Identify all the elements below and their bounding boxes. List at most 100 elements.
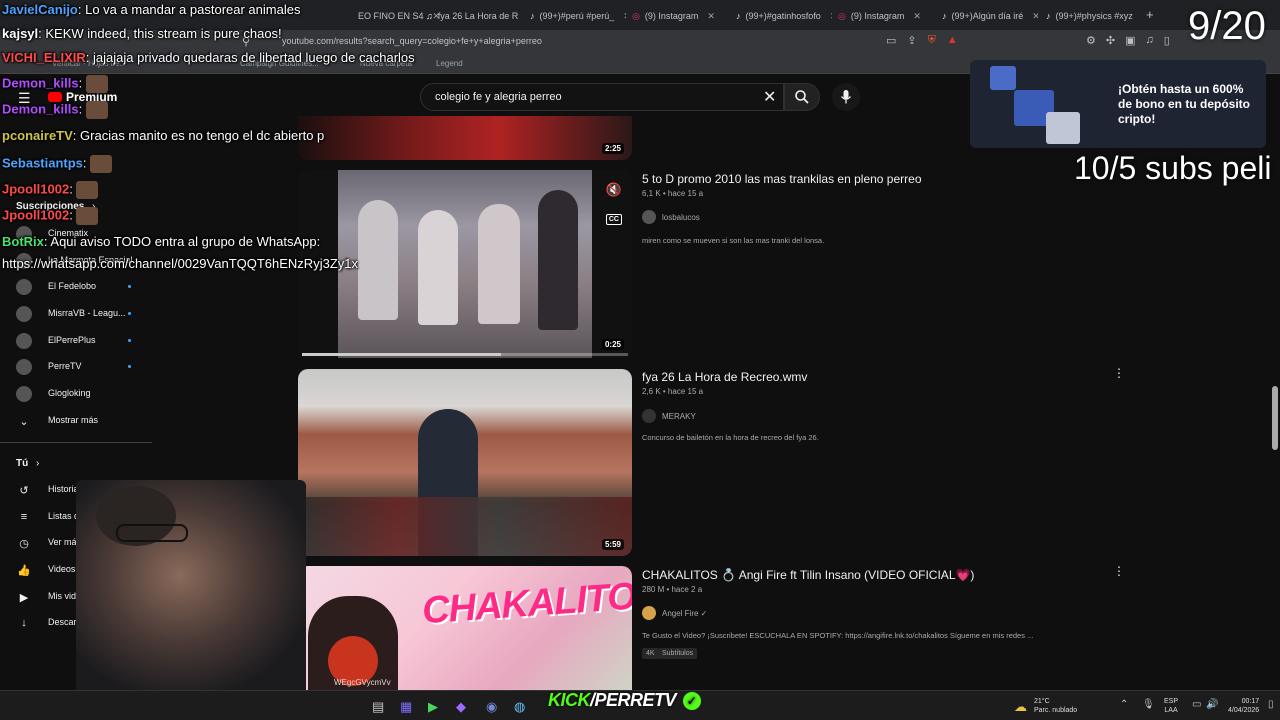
- notifications-icon[interactable]: ▯: [1268, 699, 1274, 710]
- search-icon: [795, 90, 809, 104]
- sidebar-channel-3[interactable]: MisrraVB - Leagu...: [48, 308, 126, 318]
- video-thumbnail[interactable]: CHAKALITOS: [298, 566, 632, 690]
- channel-link[interactable]: Angel Fire ✓: [642, 606, 707, 620]
- voice-search-button[interactable]: [832, 83, 860, 111]
- channel-link[interactable]: MERAKY: [642, 409, 696, 423]
- thumbnail-title-text: CHAKALITOS: [420, 573, 632, 633]
- channel-avatar[interactable]: [16, 359, 32, 375]
- page-scrollbar[interactable]: [1272, 386, 1278, 450]
- close-tab-icon[interactable]: ✕: [707, 11, 715, 22]
- search-button[interactable]: [784, 83, 820, 111]
- chat-emote: [85, 101, 108, 119]
- browser-tab[interactable]: ◎ (9) Instagram ✕: [838, 7, 934, 25]
- brave-rewards-icon[interactable]: ▲: [947, 34, 958, 47]
- bookmark-item[interactable]: Legend: [436, 59, 463, 68]
- channel-name[interactable]: losbalucos: [662, 213, 700, 222]
- chevron-up-icon[interactable]: ⌃: [1120, 699, 1128, 710]
- video-title[interactable]: 5 to D promo 2010 las mas trankilas en p…: [642, 172, 922, 186]
- close-tab-icon[interactable]: ✕: [913, 11, 921, 22]
- channel-avatar[interactable]: [642, 606, 656, 620]
- video-meta: 280 M • hace 2 a: [642, 585, 703, 594]
- new-tab-button[interactable]: +: [1146, 7, 1154, 22]
- subs-goal-text: 10/5 subs peli: [1074, 150, 1272, 186]
- search-input[interactable]: colegio fe y alegria perreo ✕: [420, 83, 784, 111]
- channel-avatar[interactable]: [642, 409, 656, 423]
- channel-name[interactable]: Angel Fire ✓: [662, 609, 707, 618]
- system-clock[interactable]: 00:17 4/04/2026: [1228, 697, 1259, 715]
- sidebar-divider: [0, 442, 152, 443]
- new-content-dot: [128, 365, 131, 368]
- tab-search-icon[interactable]: ▣: [1125, 34, 1135, 47]
- sidebar-you-icon: ↓: [21, 617, 27, 629]
- channel-avatar[interactable]: [16, 333, 32, 349]
- chat-message: Jpooll1002:: [2, 207, 99, 225]
- more-actions-icon[interactable]: ⋮: [1113, 564, 1125, 578]
- webcam-glasses: [116, 524, 188, 542]
- new-content-dot: [128, 339, 131, 342]
- browser-tab[interactable]: ♪ (99+)#perú #perú_ ✕: [530, 7, 626, 25]
- sidebar-channel-6[interactable]: Glogloking: [48, 388, 91, 398]
- browser-tab[interactable]: ♪ (99+)#gatinhosfofo ✕: [736, 7, 832, 25]
- brave-shield-icon[interactable]: ⛨: [928, 34, 936, 47]
- channel-name[interactable]: MERAKY: [662, 412, 696, 421]
- media-icon[interactable]: ♫: [1146, 34, 1154, 47]
- chat-emote: [85, 75, 108, 93]
- clear-search-icon[interactable]: ✕: [763, 87, 776, 107]
- tiktok-icon: ♪: [530, 11, 535, 21]
- mute-icon[interactable]: 🔇: [606, 182, 622, 198]
- chat-username: JavielCanijo: [2, 2, 78, 17]
- show-more-button[interactable]: Mostrar más: [48, 415, 98, 425]
- discord-icon[interactable]: ◉: [486, 699, 497, 715]
- weather-widget[interactable]: 21°C Parc. nublado: [1034, 697, 1077, 715]
- browser-tab[interactable]: ♪ (99+)Algún día iré ✕: [942, 7, 1038, 25]
- app-grid-icon[interactable]: ▦: [400, 699, 412, 715]
- sidebar-channel-4[interactable]: ElPerrePlus: [48, 335, 96, 345]
- channel-avatar[interactable]: [642, 210, 656, 224]
- tab-label: (99+)#gatinhosfofo: [745, 11, 821, 21]
- search-query[interactable]: colegio fe y alegria perreo: [435, 91, 562, 103]
- channel-avatar[interactable]: [16, 279, 32, 295]
- sidebar-icon[interactable]: ▯: [1164, 34, 1170, 47]
- video-thumbnail[interactable]: 2:25: [298, 116, 632, 160]
- steam-icon[interactable]: ◍: [514, 699, 525, 715]
- video-title[interactable]: CHAKALITOS 💍 Angi Fire ft Tilin Insano (…: [642, 568, 974, 582]
- share-icon[interactable]: ⇪: [907, 34, 916, 47]
- you-heading[interactable]: Tú: [16, 458, 28, 469]
- tiktok-icon: ♪: [942, 11, 947, 21]
- browser-tab[interactable]: ◎ (9) Instagram ✕: [632, 7, 728, 25]
- channel-link[interactable]: losbalucos: [642, 210, 700, 224]
- weather-desc: Parc. nublado: [1034, 707, 1078, 714]
- tiktok-icon: ♫: [426, 11, 433, 21]
- extension-icon[interactable]: ⚙: [1086, 34, 1096, 47]
- volume-icon[interactable]: 🔊: [1206, 699, 1218, 710]
- chevron-down-icon: ⌄: [19, 415, 29, 428]
- browser-tab[interactable]: ♪(99+)#physics #xyz✕: [1046, 7, 1142, 25]
- sidebar-channel-2[interactable]: El Fedelobo: [48, 281, 96, 291]
- kick-brand: KICK: [548, 690, 591, 710]
- browser-tab[interactable]: ♫fya 26 La Hora de R✕: [426, 7, 522, 25]
- closed-captions-icon[interactable]: CC: [605, 214, 622, 225]
- more-actions-icon[interactable]: ⋮: [1113, 366, 1125, 380]
- sidebar-you-icon: 👍: [17, 564, 31, 577]
- channel-avatar[interactable]: [16, 306, 32, 322]
- visual-studio-icon[interactable]: ◆: [456, 699, 466, 715]
- puzzle-icon[interactable]: ✣: [1106, 34, 1115, 47]
- install-app-icon[interactable]: ▭: [886, 34, 896, 47]
- video-thumbnail[interactable]: 5:59: [298, 369, 632, 556]
- microphone-tray-icon[interactable]: 🎙: [1142, 699, 1155, 710]
- url-field[interactable]: youtube.com/results?search_query=colegio…: [282, 36, 542, 46]
- weather-icon[interactable]: ☁: [1014, 699, 1027, 715]
- chat-separator: :: [78, 101, 86, 117]
- close-tab-icon[interactable]: ✕: [830, 11, 832, 22]
- close-tab-icon[interactable]: ✕: [1032, 11, 1038, 22]
- file-explorer-icon[interactable]: ▤: [372, 699, 384, 715]
- video-title[interactable]: fya 26 La Hora de Recreo.wmv: [642, 370, 807, 384]
- preview-progress-track[interactable]: [302, 353, 628, 356]
- chat-emote: [76, 181, 99, 199]
- network-icon[interactable]: ▭: [1192, 699, 1201, 710]
- language-indicator[interactable]: ESP LAA: [1164, 697, 1178, 715]
- sidebar-channel-5[interactable]: PerreTV: [48, 361, 82, 371]
- close-tab-icon[interactable]: ✕: [623, 11, 626, 22]
- channel-avatar[interactable]: [16, 386, 32, 402]
- play-icon[interactable]: ▶: [428, 699, 438, 715]
